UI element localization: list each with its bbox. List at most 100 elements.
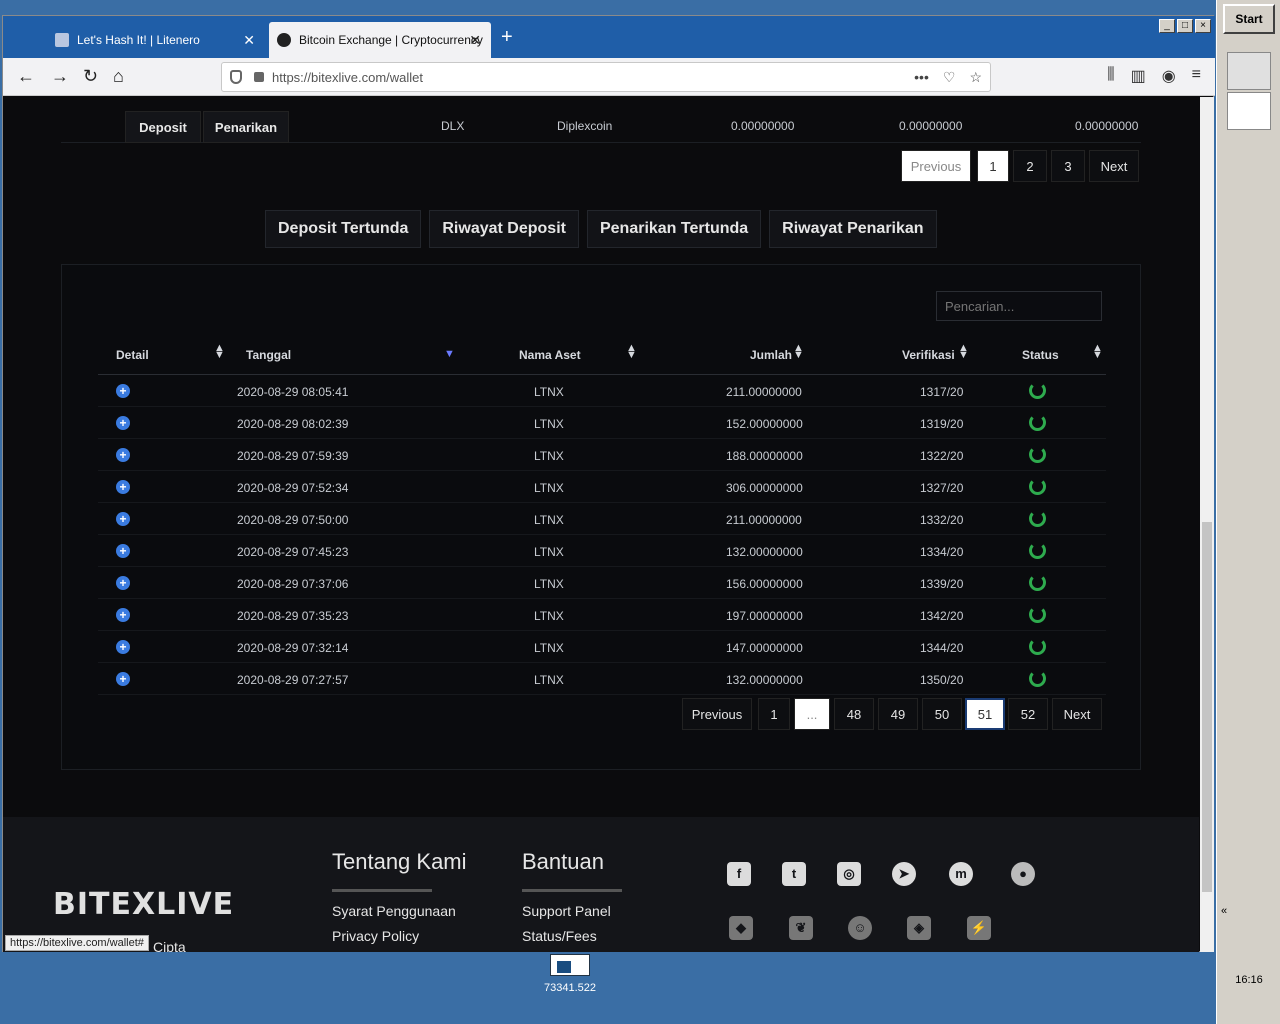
row-amount: 211.00000000 [726, 513, 802, 527]
menu-icon[interactable]: ≡ [1192, 66, 1201, 86]
back-icon[interactable]: ← [17, 66, 35, 86]
coin-name: Diplexcoin [557, 119, 613, 133]
firefox-icon[interactable] [1227, 92, 1271, 130]
maximize-icon[interactable]: □ [1177, 19, 1193, 33]
close-tab-icon[interactable]: ✕ [469, 32, 481, 49]
top-pagination-previous[interactable]: Previous [901, 150, 971, 182]
row-date: 2020-08-29 07:50:00 [237, 513, 349, 527]
status-fees-link[interactable]: Status/Fees [522, 928, 597, 944]
page-actions-icon[interactable]: ••• [914, 69, 929, 86]
top-pagination-page[interactable]: 2 [1013, 150, 1047, 182]
sort-icon[interactable]: ▲ ▼ [1092, 343, 1103, 361]
library-icon[interactable]: ⫼ [1107, 66, 1114, 86]
pending-spinner-icon [1029, 510, 1046, 527]
scrollbar-thumb[interactable] [1202, 522, 1212, 892]
support-link[interactable]: Support Panel [522, 903, 611, 919]
sort-icon[interactable]: ▲ ▼ [214, 343, 225, 361]
pending-spinner-icon [1029, 670, 1046, 687]
instagram-icon[interactable]: ◎ [837, 862, 861, 886]
home-icon[interactable]: ⌂ [113, 66, 124, 86]
facebook-icon[interactable]: f [727, 862, 751, 886]
pagination-page[interactable]: 49 [878, 698, 918, 730]
row-verification: 1332/20 [920, 513, 964, 527]
header-status[interactable]: Status [1022, 348, 1059, 362]
sidebar-icon[interactable]: ▥ [1131, 66, 1146, 86]
vertical-scrollbar[interactable] [1200, 97, 1214, 952]
top-pagination-page[interactable]: 3 [1051, 150, 1085, 182]
app-sa-icon[interactable] [1227, 52, 1271, 90]
pagination-previous[interactable]: Previous [682, 698, 752, 730]
coingecko-icon[interactable]: ● [1011, 862, 1035, 886]
reload-icon[interactable]: ↻ [83, 66, 98, 86]
expand-detail-icon[interactable]: + [116, 480, 130, 494]
start-button[interactable]: Start [1223, 4, 1275, 34]
bitexlive-logo[interactable]: BITEXLIVE [53, 887, 234, 922]
terms-link[interactable]: Syarat Penggunaan [332, 903, 456, 919]
tab-pending-deposit[interactable]: Deposit Tertunda [265, 210, 422, 248]
header-asset[interactable]: Nama Aset [519, 348, 581, 362]
header-verification[interactable]: Verifikasi [902, 348, 955, 362]
header-amount[interactable]: Jumlah [750, 348, 792, 362]
expand-detail-icon[interactable]: + [116, 448, 130, 462]
lock-icon[interactable] [254, 72, 264, 82]
bookmark-star-icon[interactable]: ☆ [969, 69, 982, 86]
bitexlive-favicon-icon [277, 33, 291, 47]
close-window-icon[interactable]: × [1195, 19, 1211, 33]
header-detail[interactable]: Detail [116, 348, 149, 362]
tab-deposit-history[interactable]: Riwayat Deposit [429, 210, 579, 248]
tab-litenero[interactable]: Let's Hash It! | Litenero ✕ [47, 22, 265, 58]
partner-icon[interactable]: ☺ [848, 916, 872, 940]
coinmarketcap-icon[interactable]: m [949, 862, 973, 886]
twitter-icon[interactable]: t [782, 862, 806, 886]
expand-detail-icon[interactable]: + [116, 672, 130, 686]
withdraw-button[interactable]: Penarikan [203, 111, 289, 143]
url-text[interactable]: https://bitexlive.com/wallet [272, 70, 423, 85]
account-icon[interactable]: ◉ [1162, 66, 1176, 86]
pending-spinner-icon [1029, 478, 1046, 495]
privacy-link[interactable]: Privacy Policy [332, 928, 419, 944]
tab-withdrawal-history[interactable]: Riwayat Penarikan [769, 210, 937, 248]
sort-icon[interactable]: ▲ ▼ [626, 343, 637, 361]
tracking-shield-icon[interactable] [230, 70, 242, 84]
sort-desc-icon[interactable]: ▼ [444, 349, 455, 360]
pagination-page[interactable]: 50 [922, 698, 962, 730]
expand-detail-icon[interactable]: + [116, 512, 130, 526]
table-row: +2020-08-29 07:45:23 LTNX 132.00000000 1334… [98, 535, 1106, 567]
partner-icon[interactable]: ⚡ [967, 916, 991, 940]
pagination-next[interactable]: Next [1052, 698, 1102, 730]
sort-icon[interactable]: ▲ ▼ [958, 343, 969, 361]
row-asset: LTNX [534, 513, 564, 527]
taskbar: Start « 16:16 [1216, 0, 1280, 1024]
expand-tray-icon[interactable]: « [1221, 905, 1227, 917]
pagination-page[interactable]: 52 [1008, 698, 1048, 730]
address-bar[interactable]: https://bitexlive.com/wallet ••• ♡ ☆ [221, 62, 991, 92]
close-tab-icon[interactable]: ✕ [243, 32, 255, 49]
pocket-icon[interactable]: ♡ [943, 69, 956, 86]
tab-bitexlive[interactable]: Bitcoin Exchange | Cryptocurrency ✕ [269, 22, 491, 58]
deposit-button[interactable]: Deposit [125, 111, 201, 143]
expand-detail-icon[interactable]: + [116, 576, 130, 590]
top-pagination-next[interactable]: Next [1089, 150, 1139, 182]
expand-detail-icon[interactable]: + [116, 384, 130, 398]
new-tab-icon[interactable]: + [501, 26, 513, 49]
expand-detail-icon[interactable]: + [116, 544, 130, 558]
sort-icon[interactable]: ▲ ▼ [793, 343, 804, 361]
partner-icon[interactable]: ◈ [907, 916, 931, 940]
pagination-page-current[interactable]: 51 [965, 698, 1005, 730]
partner-icon[interactable]: ❦ [789, 916, 813, 940]
pagination-page[interactable]: 1 [758, 698, 790, 730]
forward-icon[interactable]: → [51, 66, 69, 86]
desktop-shortcut[interactable]: 73341.522 [540, 954, 600, 994]
expand-detail-icon[interactable]: + [116, 640, 130, 654]
telegram-icon[interactable]: ➤ [892, 862, 916, 886]
partner-icon[interactable]: ◆ [729, 916, 753, 940]
header-date[interactable]: Tanggal [246, 348, 291, 362]
expand-detail-icon[interactable]: + [116, 416, 130, 430]
tab-pending-withdrawal[interactable]: Penarikan Tertunda [586, 210, 762, 248]
pagination-page[interactable]: 48 [834, 698, 874, 730]
minimize-icon[interactable]: _ [1159, 19, 1175, 33]
top-pagination-page[interactable]: 1 [977, 150, 1009, 182]
row-amount: 306.00000000 [726, 481, 803, 495]
search-input[interactable] [936, 291, 1102, 321]
expand-detail-icon[interactable]: + [116, 608, 130, 622]
